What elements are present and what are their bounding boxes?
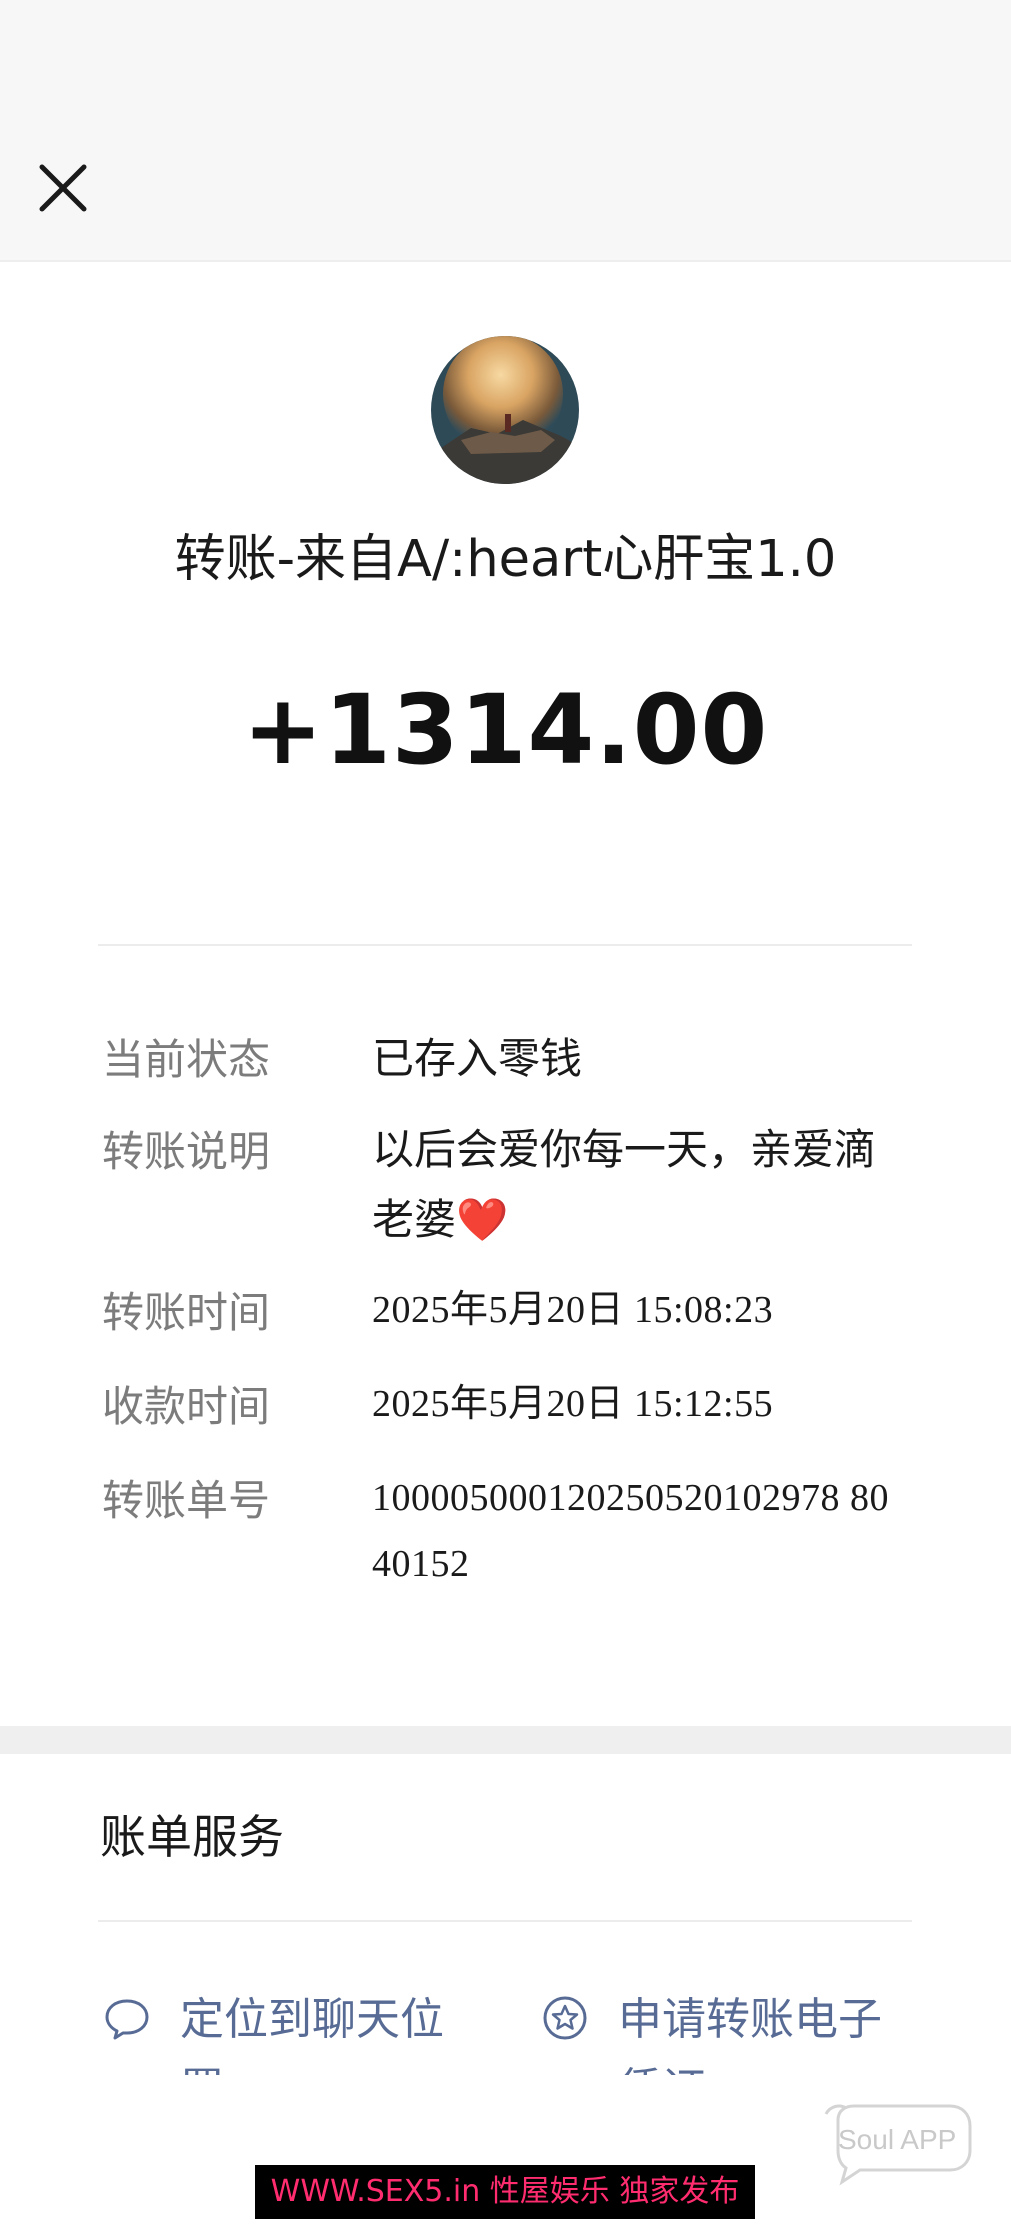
close-icon: [39, 164, 87, 212]
transfer-id-value: 100005000120250520102978 8040152: [372, 1477, 889, 1585]
close-button[interactable]: [30, 155, 96, 221]
receive-time-label: 收款时间: [102, 1382, 271, 1431]
certificate-star-icon: [540, 1993, 590, 2043]
note-label: 转账说明: [102, 1127, 271, 1176]
avatar: [431, 336, 579, 484]
receive-time-value: 2025年5月20日 15:12:55: [372, 1383, 774, 1425]
watermark-banner: WWW.SEX5.in 性屋娱乐 独家发布: [255, 2165, 755, 2219]
request-certificate-label: 申请转账电子凭证: [618, 1994, 882, 2075]
transfer-id-label: 转账单号: [102, 1476, 271, 1525]
transfer-time-value: 2025年5月20日 15:08:23: [372, 1289, 774, 1331]
status-value: 已存入零钱: [372, 1034, 583, 1083]
request-certificate-button[interactable]: 申请转账电子凭证: [540, 1985, 920, 2075]
chat-bubble-icon: [102, 1993, 152, 2043]
status-label: 当前状态: [102, 1035, 271, 1084]
divider: [98, 944, 912, 946]
soul-app-badge-text: Soul APP: [838, 2124, 957, 2155]
locate-chat-button[interactable]: 定位到聊天位置: [102, 1985, 482, 2075]
divider: [98, 1920, 912, 1922]
locate-chat-label: 定位到聊天位置: [180, 1994, 444, 2075]
section-separator: [0, 1726, 1011, 1754]
top-bar: [0, 0, 1011, 262]
transfer-title: 转账-来自A/:heart心肝宝1.0: [174, 530, 837, 589]
transfer-amount: +1314.00: [242, 674, 769, 786]
transfer-time-label: 转账时间: [102, 1288, 271, 1337]
note-value: 以后会爱你每一天，亲爱滴老婆❤️: [372, 1125, 877, 1244]
services-title: 账单服务: [100, 1810, 284, 1864]
